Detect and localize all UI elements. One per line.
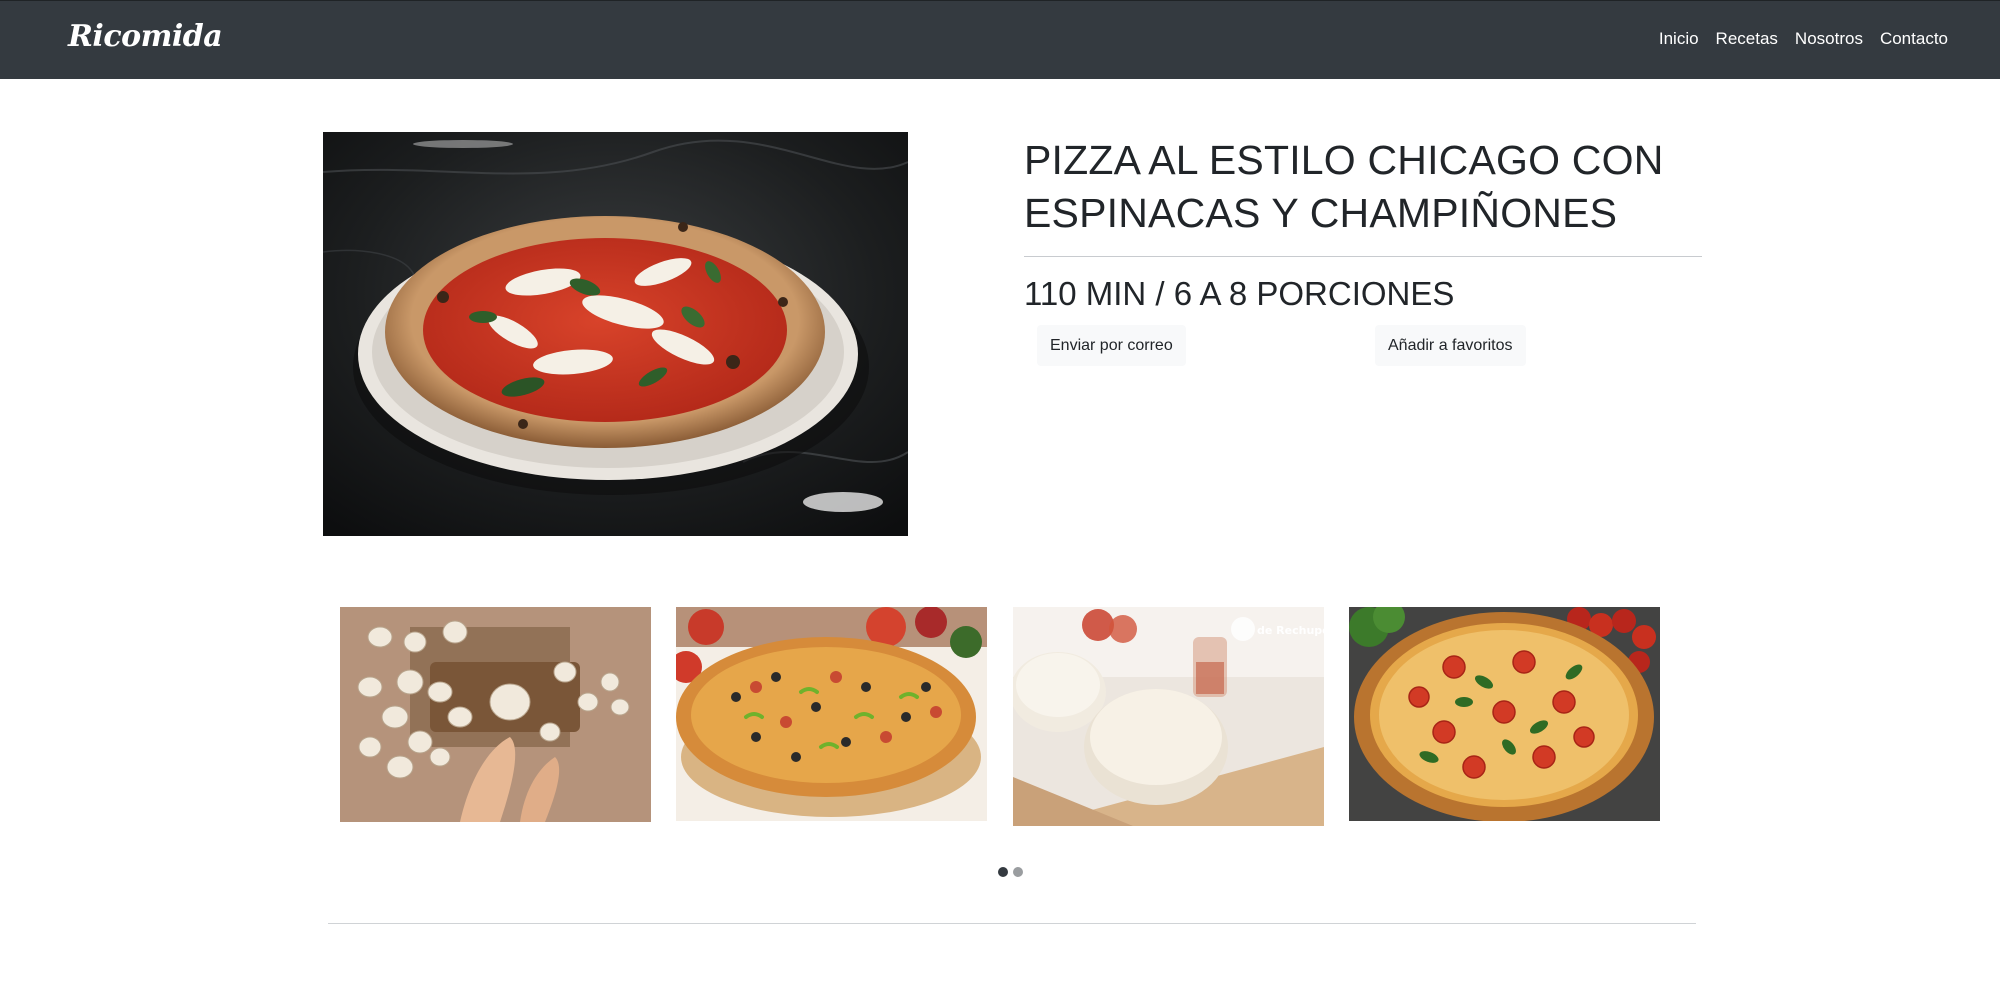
nav-link-inicio[interactable]: Inicio xyxy=(1659,29,1699,49)
section-divider xyxy=(328,923,1696,924)
recipe-title-line2: ESPINACAS Y CHAMPIÑONES xyxy=(1024,190,1618,236)
recipe-hero-image xyxy=(323,132,908,536)
dough-watermark: de Rechupete xyxy=(1257,624,1324,637)
image-carousel: de Rechupete xyxy=(340,607,1660,827)
brand-logo[interactable]: Ricomida xyxy=(68,19,223,54)
carousel-image-tomato-pizza[interactable] xyxy=(1349,607,1660,821)
carousel-image-supreme-pizza[interactable] xyxy=(676,607,987,821)
carousel-indicator-2[interactable] xyxy=(1013,867,1023,877)
recipe-time-servings: 110 MIN / 6 A 8 PORCIONES xyxy=(1024,275,1455,312)
title-divider xyxy=(1024,256,1702,257)
carousel-image-dough[interactable]: de Rechupete xyxy=(1013,607,1324,826)
carousel-indicator-1[interactable] xyxy=(998,867,1008,877)
main-nav: Inicio Recetas Nosotros Contacto xyxy=(1659,29,1948,49)
nav-link-contacto[interactable]: Contacto xyxy=(1880,29,1948,49)
email-recipe-button[interactable]: Enviar por correo xyxy=(1037,325,1186,366)
nav-link-recetas[interactable]: Recetas xyxy=(1716,29,1778,49)
carousel-image-mushrooms[interactable] xyxy=(340,607,651,822)
carousel-indicators xyxy=(998,867,1023,877)
recipe-title-line1: PIZZA AL ESTILO CHICAGO CON xyxy=(1024,137,1664,183)
top-navbar: Ricomida Inicio Recetas Nosotros Contact… xyxy=(0,0,2000,79)
add-favorite-button[interactable]: Añadir a favoritos xyxy=(1375,325,1526,366)
recipe-title: PIZZA AL ESTILO CHICAGO CON ESPINACAS Y … xyxy=(1024,134,1704,240)
nav-link-nosotros[interactable]: Nosotros xyxy=(1795,29,1863,49)
